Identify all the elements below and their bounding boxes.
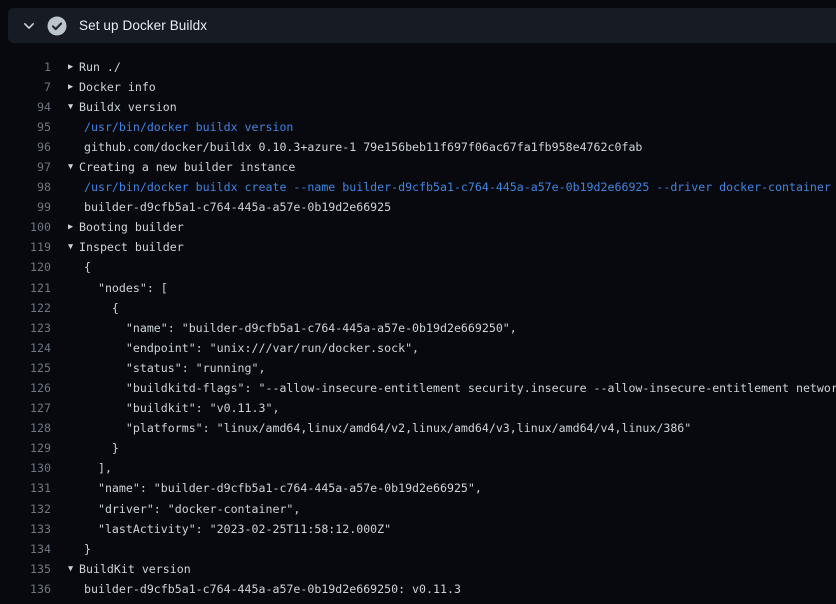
log-row: 125 "status": "running", — [0, 358, 836, 378]
line-number[interactable]: 100 — [0, 217, 51, 237]
log-row: 123 "name": "builder-d9cfb5a1-c764-445a-… — [0, 318, 836, 338]
log-text: "nodes": [ — [84, 278, 168, 298]
group-toggle-icon[interactable]: ▶ — [68, 217, 78, 237]
line-number[interactable]: 99 — [0, 197, 51, 217]
log-text: BuildKit version — [79, 559, 191, 579]
log-row[interactable]: 94 ▼ Buildx version — [0, 97, 836, 117]
log-text: "platforms": "linux/amd64,linux/amd64/v2… — [84, 418, 691, 438]
log-row: 133 "lastActivity": "2023-02-25T11:58:12… — [0, 519, 836, 539]
log-text: "buildkit": "v0.11.3", — [84, 398, 279, 418]
line-number[interactable]: 124 — [0, 338, 51, 358]
group-toggle-icon[interactable]: ▼ — [68, 97, 78, 117]
log-text: } — [84, 539, 91, 559]
line-number[interactable]: 132 — [0, 499, 51, 519]
log-row: 95 /usr/bin/docker buildx version — [0, 117, 836, 137]
log-row: 126 "buildkitd-flags": "--allow-insecure… — [0, 378, 836, 398]
log-text: builder-d9cfb5a1-c764-445a-a57e-0b19d2e6… — [84, 197, 391, 217]
log-text: "name": "builder-d9cfb5a1-c764-445a-a57e… — [84, 318, 517, 338]
log-text: ], — [84, 458, 112, 478]
log-row[interactable]: 100 ▶ Booting builder — [0, 217, 836, 237]
log-row: 124 "endpoint": "unix:///var/run/docker.… — [0, 338, 836, 358]
log-row: 130 ], — [0, 458, 836, 478]
log-row[interactable]: 97 ▼ Creating a new builder instance — [0, 157, 836, 177]
line-number[interactable]: 134 — [0, 539, 51, 559]
log-text: Run ./ — [79, 57, 121, 77]
group-toggle-icon[interactable]: ▶ — [68, 77, 78, 97]
log-row[interactable]: 135 ▼ BuildKit version — [0, 559, 836, 579]
log-row: 122 { — [0, 298, 836, 318]
log-row: 131 "name": "builder-d9cfb5a1-c764-445a-… — [0, 478, 836, 498]
log-text: { — [84, 257, 91, 277]
log-row: 132 "driver": "docker-container", — [0, 499, 836, 519]
log-row: 129 } — [0, 438, 836, 458]
log-row: 121 "nodes": [ — [0, 278, 836, 298]
log-text: Booting builder — [79, 217, 184, 237]
line-number[interactable]: 125 — [0, 358, 51, 378]
line-number[interactable]: 120 — [0, 257, 51, 277]
line-number[interactable]: 133 — [0, 519, 51, 539]
log-text: builder-d9cfb5a1-c764-445a-a57e-0b19d2e6… — [84, 579, 461, 599]
log-row: 98 /usr/bin/docker buildx create --name … — [0, 177, 836, 197]
actions-log-page: { "header": { "title": "Set up Docker Bu… — [0, 0, 836, 604]
log-text: "status": "running", — [84, 358, 265, 378]
log-container[interactable]: 1 ▶ Run ./ 7 ▶ Docker info 94 ▼ Buildx v… — [0, 43, 836, 604]
line-number[interactable]: 131 — [0, 478, 51, 498]
log-row: 136 builder-d9cfb5a1-c764-445a-a57e-0b19… — [0, 579, 836, 599]
group-toggle-icon[interactable]: ▼ — [68, 157, 78, 177]
line-number[interactable]: 7 — [0, 77, 51, 97]
log-text: "name": "builder-d9cfb5a1-c764-445a-a57e… — [84, 478, 482, 498]
log-row[interactable]: 119 ▼ Inspect builder — [0, 237, 836, 257]
line-number[interactable]: 119 — [0, 237, 51, 257]
line-number[interactable]: 128 — [0, 418, 51, 438]
line-number[interactable]: 122 — [0, 298, 51, 318]
line-number[interactable]: 123 — [0, 318, 51, 338]
step-title: Set up Docker Buildx — [79, 18, 207, 33]
line-number[interactable]: 135 — [0, 559, 51, 579]
log-row: 128 "platforms": "linux/amd64,linux/amd6… — [0, 418, 836, 438]
log-row: 127 "buildkit": "v0.11.3", — [0, 398, 836, 418]
log-text: Inspect builder — [79, 237, 184, 257]
log-row: 99 builder-d9cfb5a1-c764-445a-a57e-0b19d… — [0, 197, 836, 217]
line-number[interactable]: 95 — [0, 117, 51, 137]
log-text: /usr/bin/docker buildx create --name bui… — [84, 177, 831, 197]
log-row[interactable]: 1 ▶ Run ./ — [0, 57, 836, 77]
log-row: 120 { — [0, 257, 836, 277]
log-text: github.com/docker/buildx 0.10.3+azure-1 … — [84, 137, 642, 157]
line-number[interactable]: 130 — [0, 458, 51, 478]
line-number[interactable]: 1 — [0, 57, 51, 77]
line-number[interactable]: 98 — [0, 177, 51, 197]
chevron-down-icon[interactable] — [21, 18, 37, 34]
log-text: Creating a new builder instance — [79, 157, 295, 177]
log-text: "buildkitd-flags": "--allow-insecure-ent… — [84, 378, 836, 398]
log-row[interactable]: 7 ▶ Docker info — [0, 77, 836, 97]
group-toggle-icon[interactable]: ▼ — [68, 237, 78, 257]
line-number[interactable]: 96 — [0, 137, 51, 157]
log-text: "endpoint": "unix:///var/run/docker.sock… — [84, 338, 419, 358]
log-text: Buildx version — [79, 97, 177, 117]
line-number[interactable]: 97 — [0, 157, 51, 177]
line-number[interactable]: 127 — [0, 398, 51, 418]
log-text: /usr/bin/docker buildx version — [84, 117, 293, 137]
log-text: "driver": "docker-container", — [84, 499, 300, 519]
log-text: Docker info — [79, 77, 156, 97]
group-toggle-icon[interactable]: ▼ — [68, 559, 78, 579]
line-number[interactable]: 121 — [0, 278, 51, 298]
success-check-icon — [47, 16, 67, 36]
log-row: 134 } — [0, 539, 836, 559]
log-text: } — [84, 438, 119, 458]
log-text: { — [84, 298, 119, 318]
log-row: 96 github.com/docker/buildx 0.10.3+azure… — [0, 137, 836, 157]
line-number[interactable]: 136 — [0, 579, 51, 599]
group-toggle-icon[interactable]: ▶ — [68, 57, 78, 77]
step-header[interactable]: Set up Docker Buildx — [8, 8, 836, 43]
line-number[interactable]: 129 — [0, 438, 51, 458]
line-number[interactable]: 126 — [0, 378, 51, 398]
line-number[interactable]: 94 — [0, 97, 51, 117]
log-text: "lastActivity": "2023-02-25T11:58:12.000… — [84, 519, 391, 539]
